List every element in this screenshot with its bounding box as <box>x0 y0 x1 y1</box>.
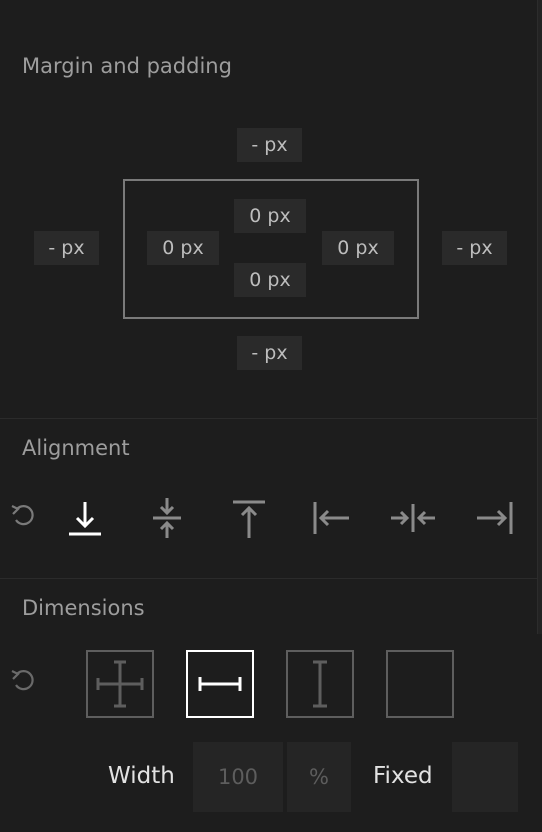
divider <box>0 418 537 419</box>
width-input[interactable]: 100 <box>193 742 283 812</box>
stretch-height-button[interactable] <box>286 650 354 718</box>
padding-bottom-input[interactable]: 0 px <box>234 263 306 297</box>
align-center-vertical-icon[interactable] <box>142 494 192 542</box>
padding-left-input[interactable]: 0 px <box>147 231 219 265</box>
margin-top-input[interactable]: - px <box>237 128 302 162</box>
stretch-width-icon <box>198 677 242 691</box>
margin-left-input[interactable]: - px <box>34 231 99 265</box>
stretch-both-button[interactable] <box>86 650 154 718</box>
align-center-horizontal-icon[interactable] <box>388 494 438 542</box>
align-left-icon[interactable] <box>306 494 356 542</box>
width-unit-select[interactable]: % <box>287 742 351 812</box>
scrollbar-track[interactable] <box>537 0 542 634</box>
stretch-width-button[interactable] <box>186 650 254 718</box>
margin-bottom-input[interactable]: - px <box>237 336 302 370</box>
fixed-size-button[interactable] <box>386 650 454 718</box>
align-top-icon[interactable] <box>224 494 274 542</box>
alignment-title: Alignment <box>22 436 130 460</box>
fixed-label: Fixed <box>373 763 433 789</box>
width-label: Width <box>108 763 175 789</box>
dimensions-title: Dimensions <box>22 596 145 620</box>
margin-right-input[interactable]: - px <box>442 231 507 265</box>
fixed-input[interactable] <box>452 742 518 812</box>
padding-top-input[interactable]: 0 px <box>234 199 306 233</box>
margin-padding-title: Margin and padding <box>22 54 232 78</box>
stretch-both-icon <box>96 660 144 708</box>
dimensions-reset-icon[interactable] <box>6 663 40 697</box>
stretch-height-icon <box>313 660 327 708</box>
padding-right-input[interactable]: 0 px <box>322 231 394 265</box>
align-right-icon[interactable] <box>470 494 520 542</box>
alignment-reset-icon[interactable] <box>6 498 40 532</box>
align-bottom-icon[interactable] <box>60 494 110 542</box>
divider <box>0 578 537 579</box>
